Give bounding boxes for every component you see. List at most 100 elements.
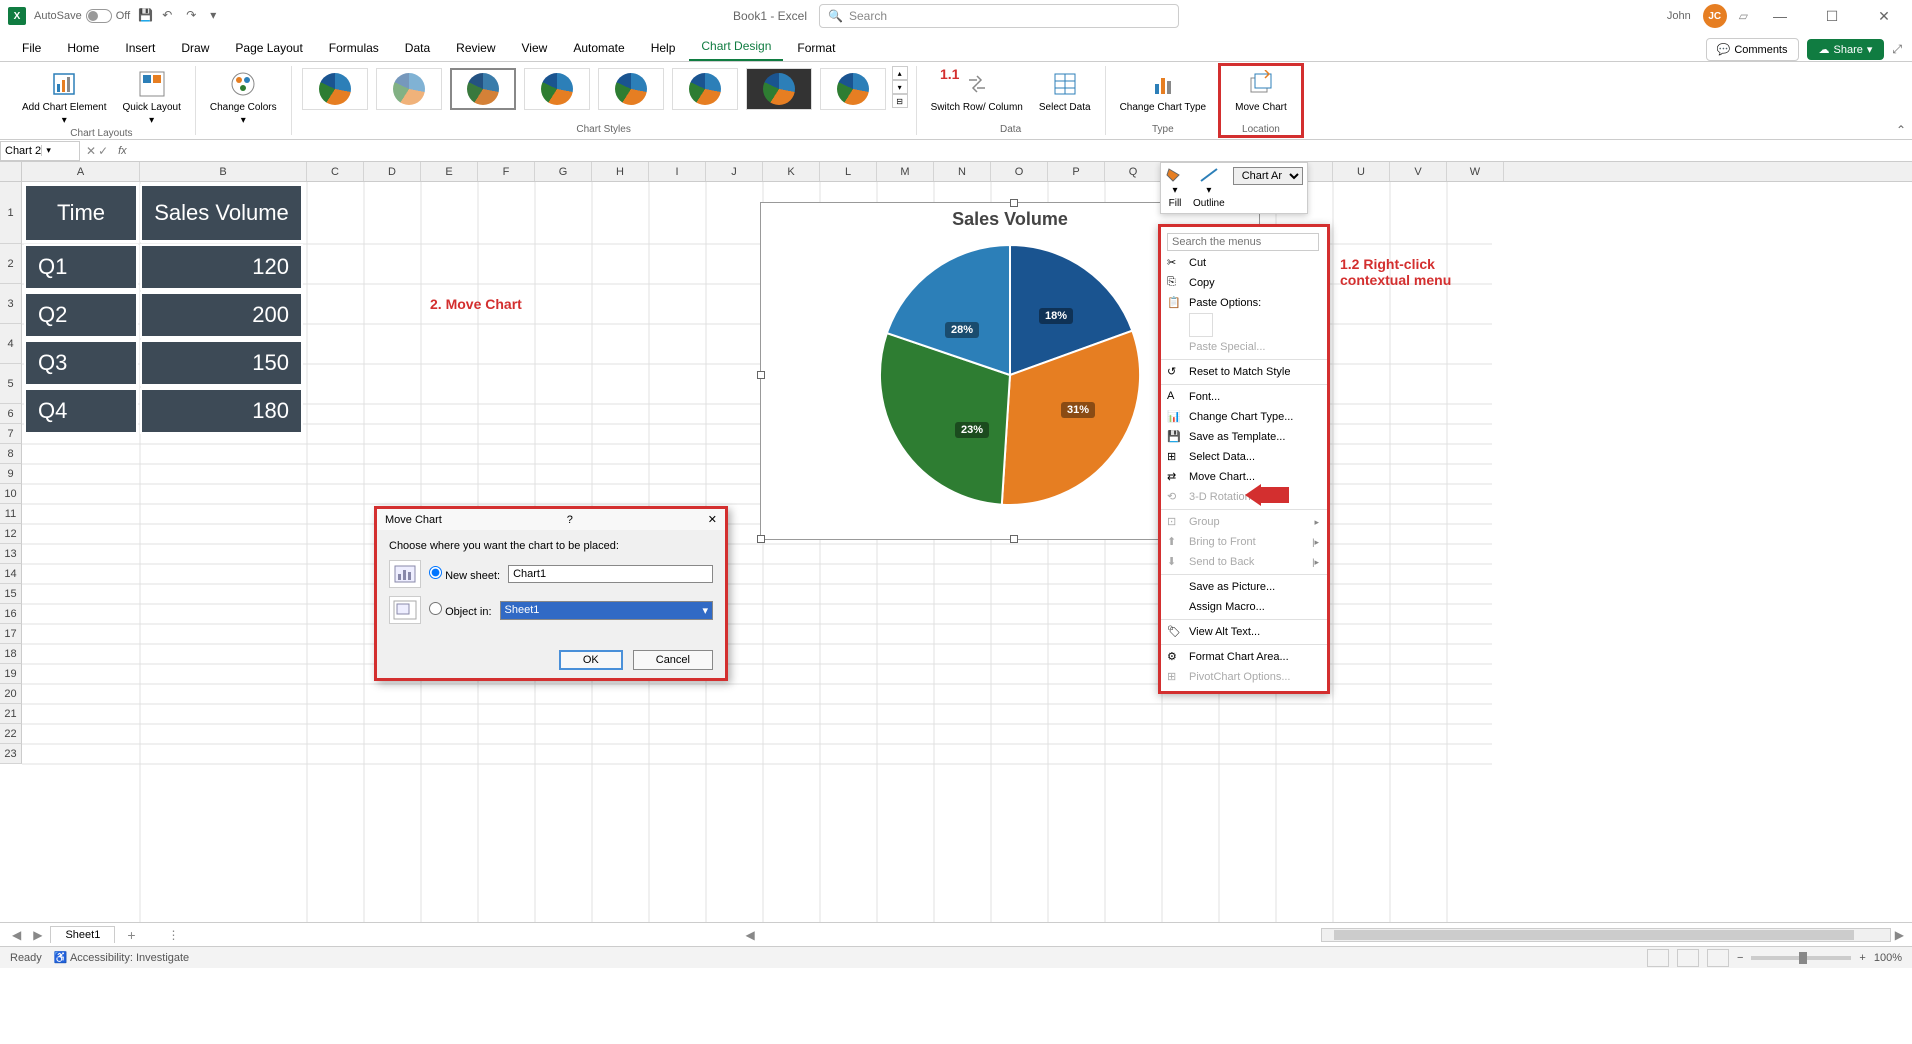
fill-button[interactable]: ▾ Fill: [1165, 167, 1185, 209]
row-header[interactable]: 2: [0, 244, 22, 284]
autosave-toggle[interactable]: AutoSave Off: [34, 9, 130, 23]
row-header[interactable]: 21: [0, 704, 22, 724]
name-box[interactable]: Chart 2▾: [0, 141, 80, 161]
row-header[interactable]: 6: [0, 404, 22, 424]
styles-scroll-down[interactable]: ▾: [892, 80, 908, 94]
column-header[interactable]: N: [934, 162, 991, 181]
qat-dropdown-icon[interactable]: ▾: [210, 8, 226, 24]
context-search-input[interactable]: [1167, 233, 1319, 251]
column-header[interactable]: Q: [1105, 162, 1162, 181]
ctx-reset-match[interactable]: ↺Reset to Match Style: [1161, 362, 1327, 382]
minimize-button[interactable]: —: [1760, 2, 1800, 30]
table-cell[interactable]: 200: [140, 292, 303, 338]
column-header[interactable]: F: [478, 162, 535, 181]
chart-style-2[interactable]: [376, 68, 442, 110]
share-button[interactable]: ☁ Share ▾: [1807, 39, 1885, 60]
column-header[interactable]: U: [1333, 162, 1390, 181]
zoom-level[interactable]: 100%: [1874, 952, 1902, 964]
sheet-menu-icon[interactable]: ⋮: [168, 928, 180, 942]
select-data-button[interactable]: Select Data: [1033, 66, 1097, 115]
dialog-help-icon[interactable]: ?: [567, 514, 583, 526]
cancel-formula-icon[interactable]: ✕: [86, 144, 96, 158]
table-cell[interactable]: 120: [140, 244, 303, 290]
paste-option-1[interactable]: [1189, 313, 1213, 337]
row-header[interactable]: 19: [0, 664, 22, 684]
ctx-change-chart-type[interactable]: 📊Change Chart Type...: [1161, 407, 1327, 427]
row-header[interactable]: 14: [0, 564, 22, 584]
cancel-button[interactable]: Cancel: [633, 650, 713, 670]
tab-view[interactable]: View: [510, 35, 560, 61]
ctx-view-alt-text[interactable]: 🏷View Alt Text...: [1161, 622, 1327, 642]
sheet-nav-prev[interactable]: ◀: [8, 928, 25, 942]
ribbon-mode-icon[interactable]: ▱: [1739, 9, 1748, 23]
ok-button[interactable]: OK: [559, 650, 623, 670]
chart-style-3[interactable]: [450, 68, 516, 110]
column-header[interactable]: O: [991, 162, 1048, 181]
chart-style-7[interactable]: [746, 68, 812, 110]
select-all-cell[interactable]: [0, 162, 22, 181]
collapse-ribbon-icon[interactable]: ⌃: [1896, 123, 1906, 137]
zoom-out-button[interactable]: −: [1737, 952, 1743, 964]
column-header[interactable]: V: [1390, 162, 1447, 181]
change-colors-button[interactable]: Change Colors ▾: [204, 66, 283, 128]
tab-insert[interactable]: Insert: [113, 35, 167, 61]
column-header[interactable]: G: [535, 162, 592, 181]
row-header[interactable]: 9: [0, 464, 22, 484]
row-header[interactable]: 8: [0, 444, 22, 464]
tab-data[interactable]: Data: [393, 35, 442, 61]
sheet-nav-next[interactable]: ▶: [29, 928, 46, 942]
row-header[interactable]: 17: [0, 624, 22, 644]
row-header[interactable]: 23: [0, 744, 22, 764]
row-header[interactable]: 22: [0, 724, 22, 744]
tab-help[interactable]: Help: [639, 35, 688, 61]
table-cell[interactable]: Q2: [24, 292, 138, 338]
row-header[interactable]: 12: [0, 524, 22, 544]
row-header[interactable]: 15: [0, 584, 22, 604]
ctx-save-picture[interactable]: Save as Picture...: [1161, 577, 1327, 597]
column-header[interactable]: K: [763, 162, 820, 181]
ribbon-options-icon[interactable]: ⤢: [1892, 42, 1902, 57]
table-cell[interactable]: Q4: [24, 388, 138, 434]
row-header[interactable]: 1: [0, 182, 22, 244]
tab-home[interactable]: Home: [55, 35, 111, 61]
zoom-slider[interactable]: [1751, 956, 1851, 960]
chart-element-selector[interactable]: Chart Area: [1233, 167, 1303, 185]
row-header[interactable]: 4: [0, 324, 22, 364]
horizontal-scrollbar[interactable]: [1321, 928, 1891, 942]
add-chart-element-button[interactable]: Add Chart Element ▾: [16, 66, 113, 128]
styles-more[interactable]: ⊟: [892, 94, 908, 108]
hscroll-right[interactable]: ▶: [1895, 928, 1904, 942]
row-header[interactable]: 20: [0, 684, 22, 704]
ctx-copy[interactable]: ⎘Copy: [1161, 273, 1327, 293]
tab-formulas[interactable]: Formulas: [317, 35, 391, 61]
outline-button[interactable]: ▾ Outline: [1193, 167, 1225, 209]
view-page-break-button[interactable]: [1707, 949, 1729, 967]
column-header[interactable]: I: [649, 162, 706, 181]
new-sheet-name-input[interactable]: [508, 565, 713, 583]
styles-scroll-up[interactable]: ▴: [892, 66, 908, 80]
tab-chart-design[interactable]: Chart Design: [689, 33, 783, 61]
column-header[interactable]: J: [706, 162, 763, 181]
zoom-in-button[interactable]: +: [1859, 952, 1865, 964]
column-header[interactable]: P: [1048, 162, 1105, 181]
change-chart-type-button[interactable]: Change Chart Type: [1114, 66, 1213, 115]
column-header[interactable]: D: [364, 162, 421, 181]
row-header[interactable]: 3: [0, 284, 22, 324]
table-cell[interactable]: Q1: [24, 244, 138, 290]
table-cell[interactable]: 150: [140, 340, 303, 386]
chart-style-6[interactable]: [672, 68, 738, 110]
column-header[interactable]: B: [140, 162, 307, 181]
column-header[interactable]: E: [421, 162, 478, 181]
column-header[interactable]: W: [1447, 162, 1504, 181]
redo-icon[interactable]: ↷: [186, 8, 202, 24]
chart-style-1[interactable]: [302, 68, 368, 110]
row-header[interactable]: 10: [0, 484, 22, 504]
tab-review[interactable]: Review: [444, 35, 507, 61]
row-header[interactable]: 18: [0, 644, 22, 664]
tab-automate[interactable]: Automate: [561, 35, 636, 61]
row-header[interactable]: 5: [0, 364, 22, 404]
save-icon[interactable]: 💾: [138, 8, 154, 24]
sheet-tab-sheet1[interactable]: Sheet1: [50, 926, 115, 943]
ctx-format-chart-area[interactable]: ⚙Format Chart Area...: [1161, 647, 1327, 667]
table-cell[interactable]: Q3: [24, 340, 138, 386]
